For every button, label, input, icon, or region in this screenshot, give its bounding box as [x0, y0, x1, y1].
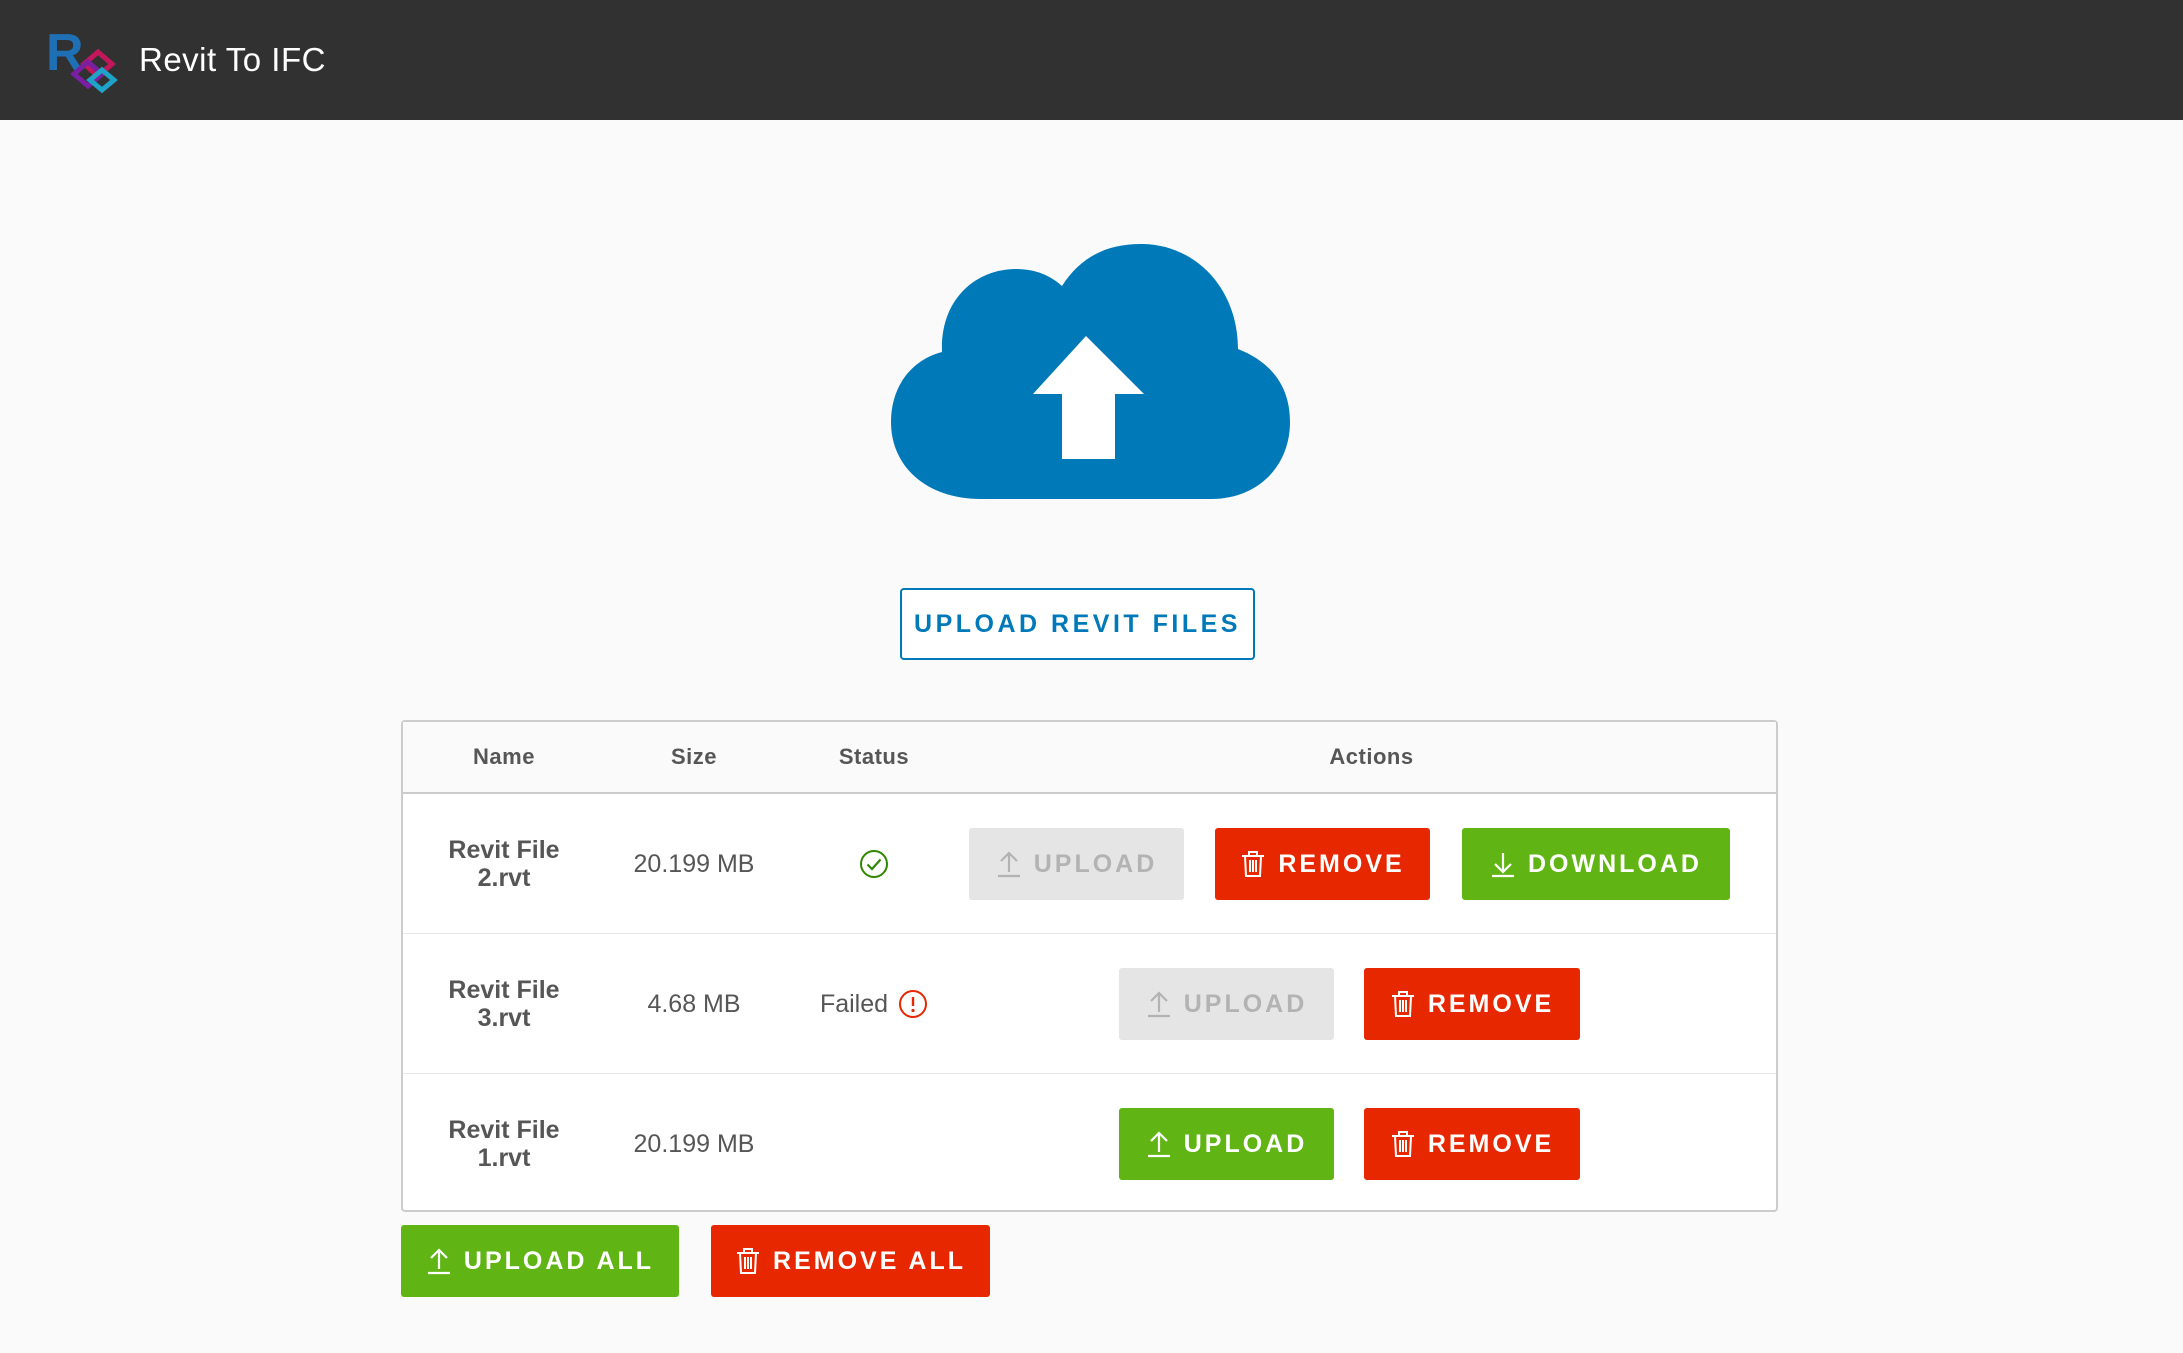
file-name: Revit File 2.rvt: [448, 836, 560, 892]
status-cell: [783, 1074, 965, 1214]
app-header: R Revit To IFC: [0, 0, 2183, 120]
file-size: 4.68 MB: [647, 989, 741, 1018]
table-header: Name Size Status Actions: [403, 722, 1776, 794]
trash-icon: [1391, 991, 1414, 1017]
file-size: 20.199 MB: [633, 849, 755, 878]
upload-all-button[interactable]: UPLOAD ALL: [401, 1225, 679, 1297]
app-title: Revit To IFC: [139, 41, 326, 78]
column-size: Size: [670, 744, 718, 769]
status-failed-text: Failed: [819, 989, 889, 1018]
upload-icon: [997, 851, 1020, 878]
check-circle-icon: [859, 849, 889, 879]
upload-button[interactable]: UPLOAD: [1119, 1108, 1334, 1180]
status-cell: Failed: [783, 934, 965, 1074]
column-status: Status: [838, 744, 910, 769]
trash-icon: [737, 1248, 760, 1274]
status-cell: [783, 794, 965, 934]
upload-button[interactable]: UPLOAD: [1119, 968, 1334, 1040]
error-circle-icon: [898, 989, 928, 1019]
cloud-upload-icon[interactable]: [886, 244, 1294, 499]
upload-icon: [1147, 991, 1170, 1018]
upload-icon: [1147, 1131, 1170, 1158]
trash-icon: [1391, 1131, 1414, 1157]
upload-button[interactable]: UPLOAD: [969, 828, 1184, 900]
table-row: Revit File 2.rvt 20.199 MB UPLOAD REMOVE …: [403, 794, 1776, 934]
column-actions: Actions: [1329, 744, 1414, 769]
remove-button[interactable]: REMOVE: [1215, 828, 1430, 900]
download-button[interactable]: DOWNLOAD: [1462, 828, 1730, 900]
file-size: 20.199 MB: [633, 1129, 755, 1158]
file-name: Revit File 1.rvt: [448, 1116, 560, 1172]
trash-icon: [1242, 851, 1265, 877]
file-name: Revit File 3.rvt: [448, 976, 560, 1032]
column-name: Name: [473, 744, 535, 769]
upload-revit-files-button[interactable]: UPLOAD REVIT FILES: [900, 588, 1255, 660]
table-row: Revit File 3.rvt 4.68 MB Failed UPLOAD RE…: [403, 934, 1776, 1074]
upload-icon: [427, 1248, 450, 1275]
files-table: Name Size Status Actions Revit File 2.rvt…: [401, 720, 1778, 1212]
table-row: Revit File 1.rvt 20.199 MB UPLOAD REMOVE: [403, 1074, 1776, 1214]
download-icon: [1492, 853, 1514, 878]
revit-ifc-logo-icon: R: [44, 22, 120, 98]
remove-button[interactable]: REMOVE: [1364, 1108, 1580, 1180]
remove-button[interactable]: REMOVE: [1364, 968, 1580, 1040]
remove-all-button[interactable]: REMOVE ALL: [711, 1225, 990, 1297]
